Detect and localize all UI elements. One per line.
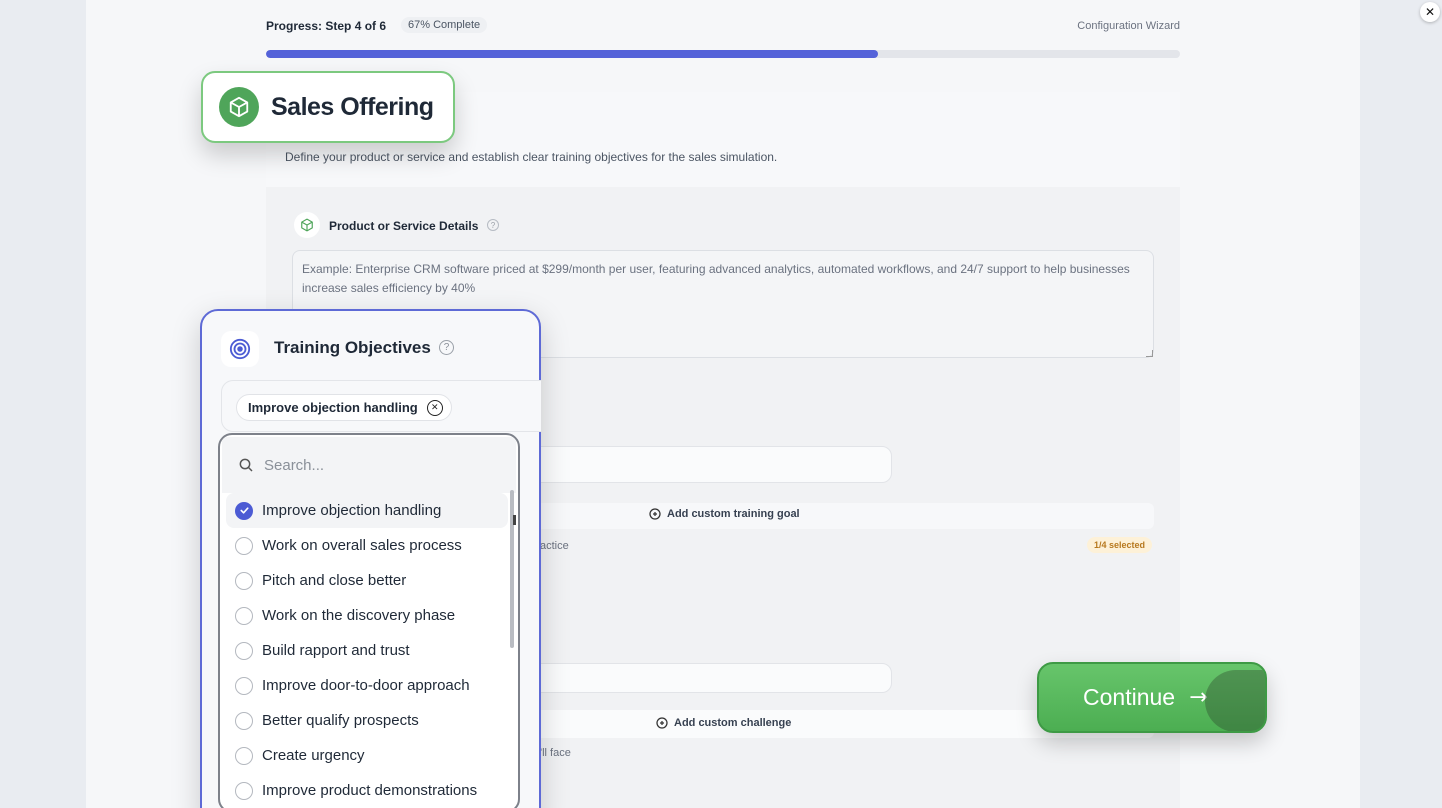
- target-icon: [221, 331, 259, 367]
- objective-option-label: Better qualify prospects: [262, 712, 419, 729]
- section-subtitle: Define your product or service and estab…: [285, 150, 778, 164]
- chip-label: Improve objection handling: [248, 400, 418, 415]
- add-goal-label: Add custom training goal: [667, 508, 800, 520]
- objectives-dropdown: Improve objection handling Work on overal…: [218, 433, 520, 808]
- challenges-input-background: [530, 663, 892, 693]
- package-icon: [294, 212, 320, 238]
- objective-options: Improve objection handling Work on overal…: [226, 493, 508, 808]
- objective-option-label: Improve product demonstrations: [262, 782, 478, 799]
- objective-option[interactable]: Work on the discovery phase: [226, 598, 508, 633]
- resize-handle-icon[interactable]: [1146, 350, 1153, 357]
- check-icon: [235, 501, 253, 520]
- add-challenge-label: Add custom challenge: [674, 717, 792, 729]
- continue-button[interactable]: Continue →: [1037, 662, 1267, 733]
- wizard-label: Configuration Wizard: [1077, 20, 1180, 32]
- sales-offering-callout: Sales Offering: [201, 71, 455, 143]
- help-icon[interactable]: ?: [439, 340, 454, 355]
- radio-icon: [235, 536, 253, 555]
- radio-icon: [235, 606, 253, 625]
- plus-circle-icon: [656, 717, 668, 729]
- objective-option[interactable]: Build rapport and trust: [226, 633, 508, 668]
- progress-percent-badge: 67% Complete: [401, 17, 488, 33]
- close-button[interactable]: ✕: [1420, 2, 1440, 22]
- radio-icon: [235, 641, 253, 660]
- objective-option[interactable]: Improve product demonstrations: [226, 773, 508, 808]
- objective-option[interactable]: Improve door-to-door approach: [226, 668, 508, 703]
- radio-icon: [235, 746, 253, 765]
- add-custom-challenge-button[interactable]: Add custom challenge: [656, 717, 791, 729]
- radio-icon: [235, 711, 253, 730]
- search-row: [222, 437, 516, 493]
- objective-option-label: Work on the discovery phase: [262, 607, 456, 624]
- objective-option[interactable]: Improve objection handling: [226, 493, 508, 528]
- objective-option[interactable]: Pitch and close better: [226, 563, 508, 598]
- selected-objective-chip: Improve objection handling ✕: [236, 394, 452, 421]
- objective-option[interactable]: Create urgency: [226, 738, 508, 773]
- scroll-handle[interactable]: [513, 515, 516, 525]
- radio-icon: [235, 676, 253, 695]
- product-details-label: Product or Service Details: [329, 219, 479, 233]
- practice-hint: actice: [540, 540, 569, 552]
- search-icon: [239, 458, 253, 472]
- scrollbar[interactable]: [510, 490, 514, 648]
- objective-option-label: Pitch and close better: [262, 572, 407, 589]
- objective-option[interactable]: Work on overall sales process: [226, 528, 508, 563]
- search-input[interactable]: [264, 456, 484, 474]
- package-icon: [219, 87, 259, 127]
- progress-bar: [266, 50, 1180, 58]
- remove-chip-icon[interactable]: ✕: [426, 399, 443, 416]
- progress-bar-fill: [266, 50, 879, 58]
- cursor-shadow: [1205, 670, 1265, 731]
- objective-option-label: Work on overall sales process: [262, 537, 462, 554]
- continue-label: Continue: [1083, 684, 1176, 710]
- objective-option-label: Build rapport and trust: [262, 642, 410, 659]
- help-icon[interactable]: ?: [487, 219, 499, 231]
- objective-option-label: Create urgency: [262, 747, 365, 764]
- training-objectives-title: Training Objectives: [274, 338, 431, 357]
- add-goal-row: [530, 503, 1154, 529]
- objectives-input-background: [530, 446, 892, 483]
- page-title: Sales Offering: [271, 92, 434, 121]
- progress-label: Progress: Step 4 of 6: [266, 19, 387, 33]
- radio-icon: [235, 571, 253, 590]
- plus-circle-icon: [649, 508, 661, 520]
- challenges-hint: 'll face: [540, 747, 571, 759]
- add-custom-goal-button[interactable]: Add custom training goal: [649, 508, 800, 520]
- objective-option[interactable]: Better qualify prospects: [226, 703, 508, 738]
- radio-icon: [235, 781, 253, 800]
- objective-option-label: Improve door-to-door approach: [262, 677, 470, 694]
- selected-count-badge: 1/4 selected: [1087, 537, 1153, 553]
- objective-option-label: Improve objection handling: [262, 502, 442, 519]
